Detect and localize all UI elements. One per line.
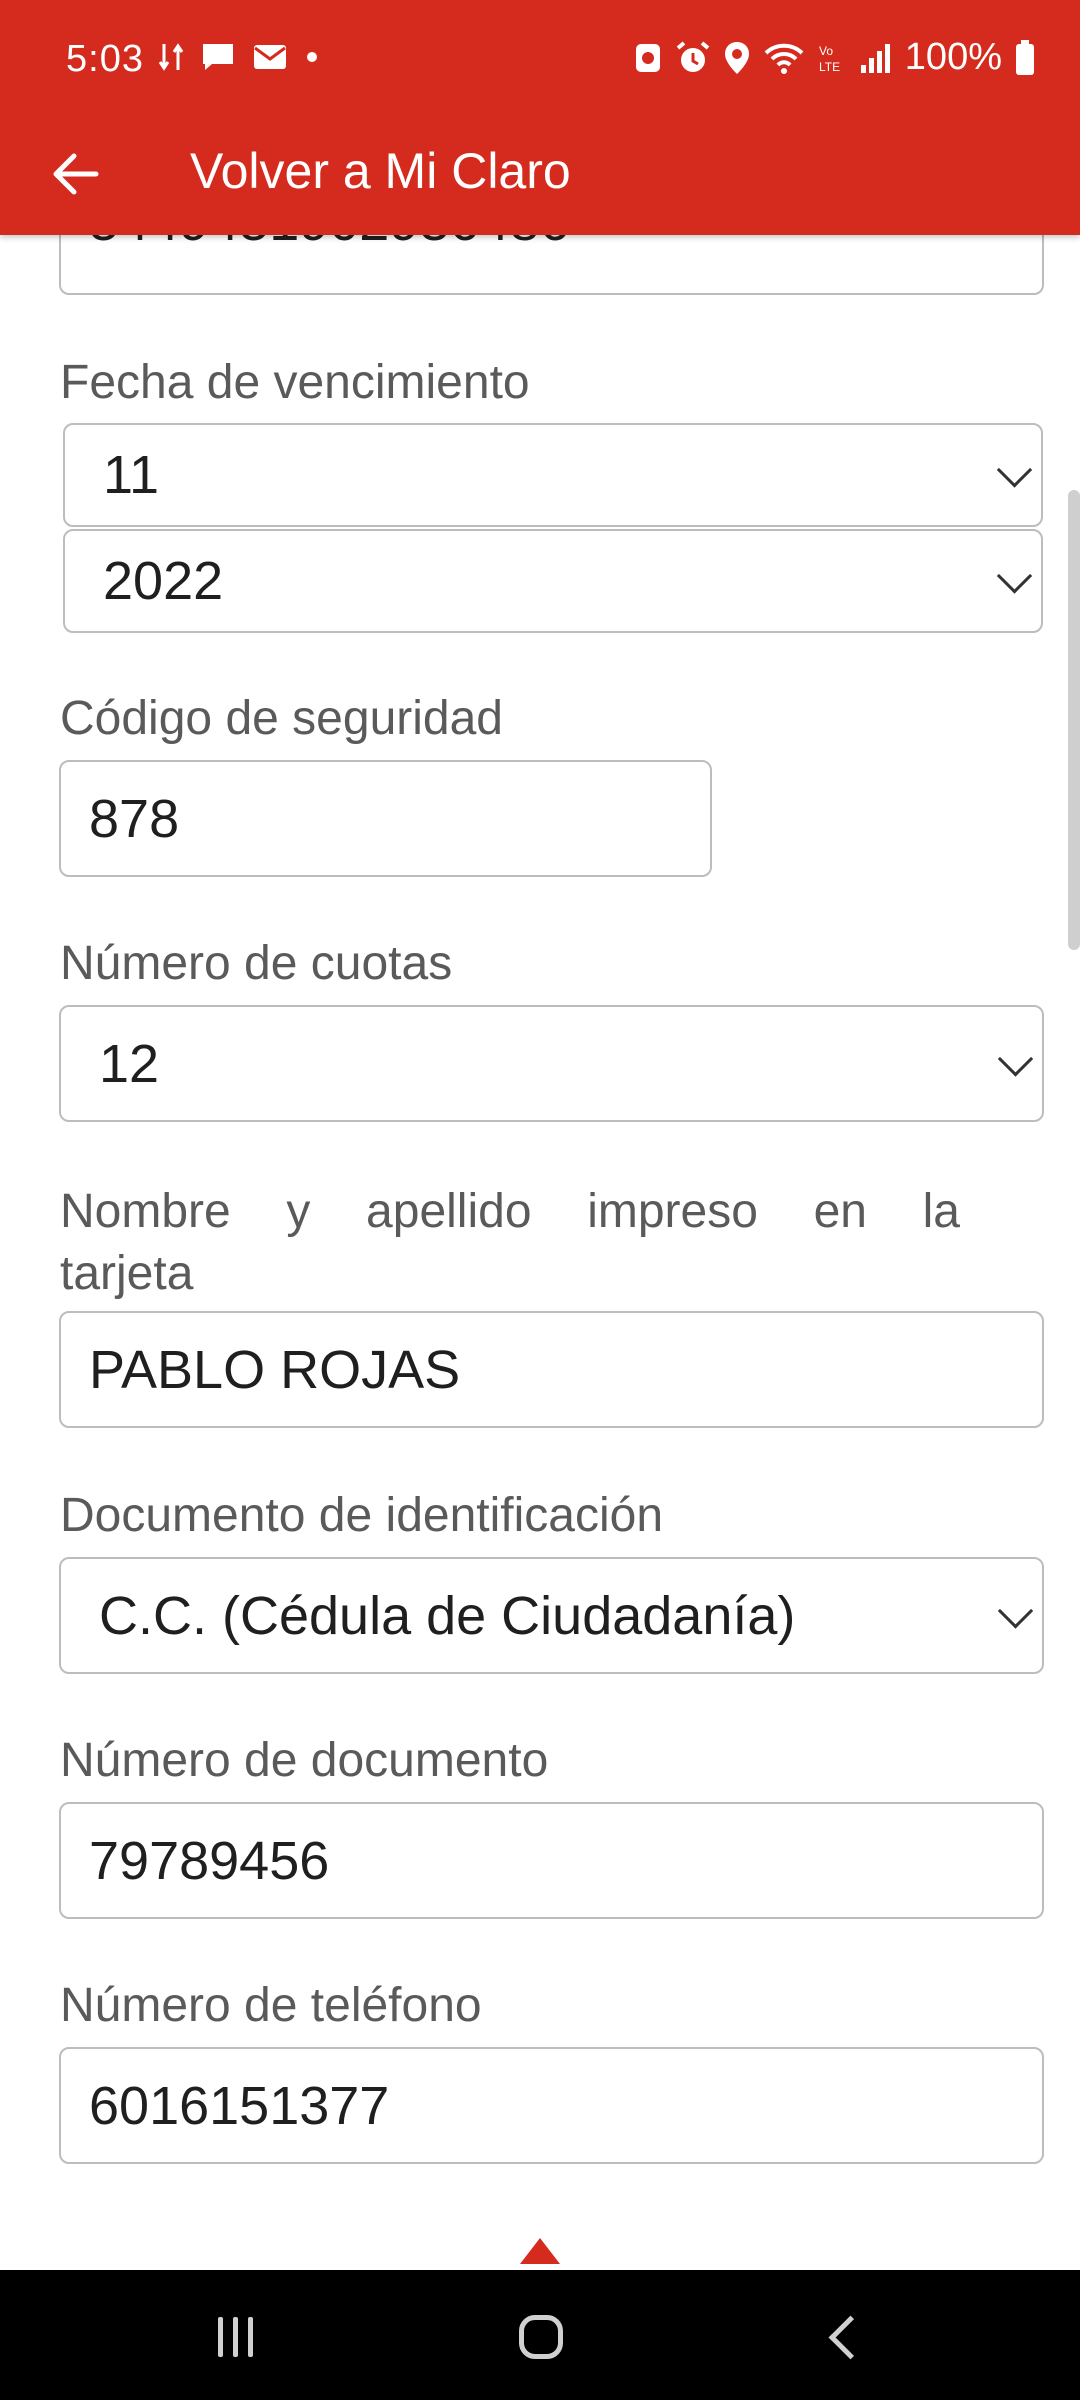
back-icon[interactable]	[828, 2315, 873, 2360]
id-type-value: C.C. (Cédula de Ciudadanía)	[99, 1585, 796, 1646]
security-code-label: Código de seguridad	[60, 692, 503, 745]
nfc-icon	[635, 43, 660, 72]
card-number-field[interactable]: 5449451902936486	[59, 235, 1044, 295]
scroll-up-triangle-icon[interactable]	[520, 2238, 560, 2264]
id-type-label: Documento de identificación	[60, 1489, 664, 1542]
installments-label: Número de cuotas	[60, 937, 453, 990]
id-number-input[interactable]: 79789456	[59, 1802, 1044, 1919]
cardholder-label: Nombre y apellido impreso en la tarjeta	[60, 1181, 960, 1305]
chat-icon	[203, 44, 233, 70]
alarm-icon	[676, 40, 710, 72]
recent-apps-icon[interactable]	[218, 2317, 260, 2357]
installments-value: 12	[99, 1033, 160, 1094]
mail-icon	[254, 45, 286, 69]
expiry-month-value: 11	[103, 445, 160, 505]
security-code-input[interactable]: 878	[59, 760, 712, 877]
expiry-label: Fecha de vencimiento	[60, 356, 530, 409]
cardholder-name-input[interactable]: PABLO ROJAS	[59, 1311, 1044, 1428]
battery-percent: 100%	[904, 36, 1002, 78]
location-icon	[724, 41, 749, 74]
status-icons-left	[158, 40, 320, 74]
id-number-value: 79789456	[89, 1830, 330, 1891]
chevron-down-icon	[997, 1592, 1034, 1629]
signal-icon	[860, 43, 890, 73]
back-arrow-icon[interactable]	[46, 144, 106, 204]
app-bar: Volver a Mi Claro	[0, 120, 1080, 235]
dot-icon	[307, 52, 317, 62]
id-number-label: Número de documento	[60, 1734, 549, 1787]
system-navigation-bar	[0, 2270, 1080, 2400]
svg-text:LTE: LTE	[819, 60, 840, 74]
expiry-month-select[interactable]: 11	[63, 423, 1043, 527]
data-arrows-icon	[158, 43, 184, 71]
cardholder-name-value: PABLO ROJAS	[89, 1339, 461, 1400]
wifi-icon	[764, 43, 804, 74]
app-bar-title[interactable]: Volver a Mi Claro	[190, 142, 571, 200]
phone-input[interactable]: 6016151377	[59, 2047, 1044, 2164]
status-icons-right: Vo LTE 100%	[633, 36, 1036, 79]
svg-text:Vo: Vo	[819, 44, 833, 58]
chevron-down-icon	[996, 558, 1033, 594]
cardholder-label-line1: Nombre y apellido impreso en la	[60, 1185, 960, 1238]
id-type-select[interactable]: C.C. (Cédula de Ciudadanía)	[59, 1557, 1044, 1674]
security-code-value: 878	[89, 788, 180, 849]
scrollbar[interactable]	[1068, 490, 1080, 950]
status-time: 5:03	[66, 38, 144, 80]
expiry-year-select[interactable]: 2022	[63, 529, 1043, 633]
card-number-value: 5449451902936486	[89, 235, 570, 253]
payment-form: 5449451902936486 Fecha de vencimiento 11…	[0, 235, 1080, 2270]
phone-label: Número de teléfono	[60, 1979, 482, 2032]
status-bar: 5:03 Vo LTE 100%	[0, 0, 1080, 120]
battery-icon	[1016, 39, 1034, 75]
home-icon[interactable]	[519, 2315, 563, 2359]
installments-select[interactable]: 12	[59, 1005, 1044, 1122]
chevron-down-icon	[996, 452, 1033, 488]
expiry-year-value: 2022	[103, 551, 224, 611]
top-bar: 5:03 Vo LTE 100% Volver a Mi Claro	[0, 0, 1080, 235]
cardholder-label-line2: tarjeta	[60, 1247, 194, 1300]
chevron-down-icon	[997, 1040, 1034, 1077]
volte-icon: Vo LTE	[819, 44, 840, 74]
phone-value: 6016151377	[89, 2075, 390, 2136]
